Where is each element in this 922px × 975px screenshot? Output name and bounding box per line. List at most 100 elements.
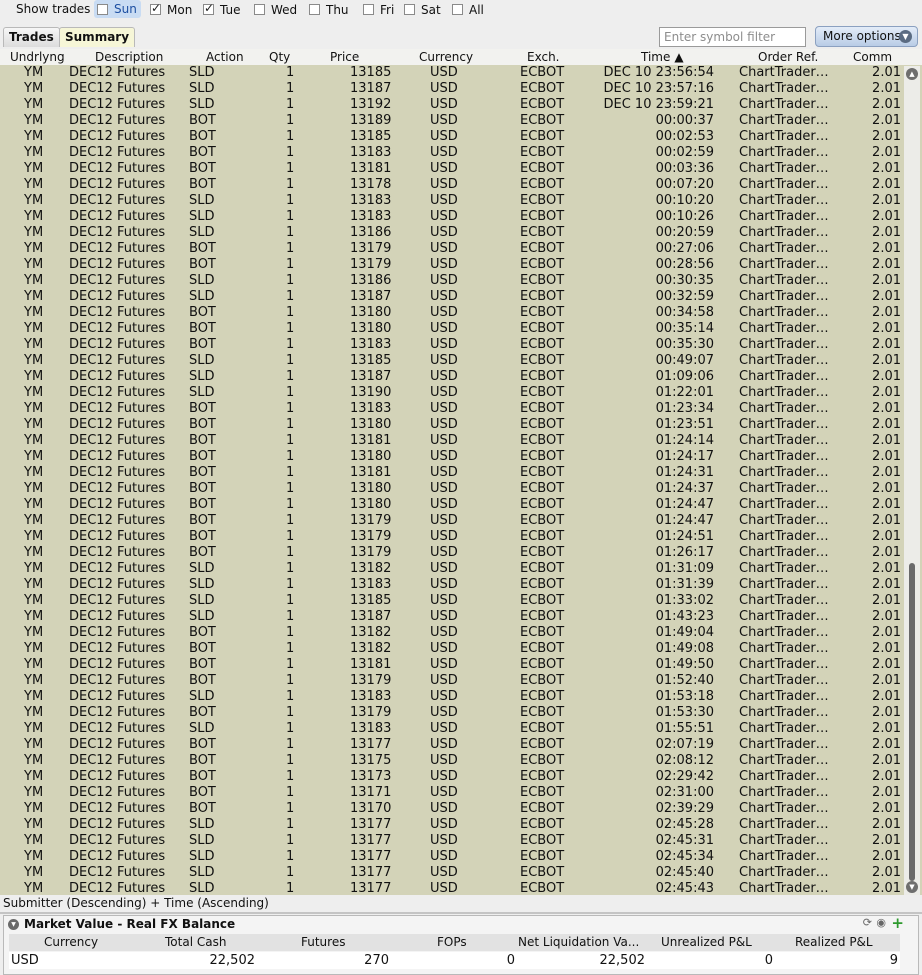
collapse-icon[interactable]: ▼ [8, 918, 19, 930]
settings-icon[interactable]: ◉ [876, 916, 886, 929]
col-header-description[interactable]: Description [95, 50, 163, 64]
checkbox-fri[interactable] [363, 4, 374, 15]
table-row[interactable]: YM DEC12 Futures SLD 1 13185 USD ECBOT DEC 10 2… [0, 65, 904, 81]
table-row[interactable]: YM DEC12 Futures BOT 1 13181 USD ECBOT 01:24:14… [0, 433, 904, 449]
table-row[interactable]: YM DEC12 Futures BOT 1 13180 USD ECBOT 01:24:37… [0, 481, 904, 497]
table-row[interactable]: YM DEC12 Futures BOT 1 13180 USD ECBOT 01:23:51… [0, 417, 904, 433]
table-row[interactable]: YM DEC12 Futures SLD 1 13192 USD ECBOT DEC 10 2… [0, 97, 904, 113]
table-row[interactable]: YM DEC12 Futures BOT 1 13182 USD ECBOT 01:49:04… [0, 625, 904, 641]
col-header-time[interactable]: Time ▲ [641, 50, 684, 64]
table-row[interactable]: YM DEC12 Futures BOT 1 13179 USD ECBOT 01:52:40… [0, 673, 904, 689]
mv-header-currency[interactable]: Currency [44, 935, 98, 949]
day-filter-all[interactable]: All [452, 2, 484, 17]
table-row[interactable]: YM DEC12 Futures SLD 1 13177 USD ECBOT 02:45:43… [0, 881, 904, 896]
table-row[interactable]: YM DEC12 Futures BOT 1 13170 USD ECBOT 02:39:29… [0, 801, 904, 817]
day-filter-tue[interactable]: Tue [203, 1, 241, 17]
table-row[interactable]: YM DEC12 Futures SLD 1 13185 USD ECBOT 00:49:07… [0, 353, 904, 369]
market-value-row[interactable]: USD 22,502 270 0 22,502 0 9 [9, 952, 900, 969]
table-row[interactable]: YM DEC12 Futures BOT 1 13179 USD ECBOT 00:28:56… [0, 257, 904, 273]
checkbox-tue[interactable] [203, 1, 214, 15]
col-header-exchange[interactable]: Exch. [527, 50, 560, 64]
mv-header-net-liquidation[interactable]: Net Liquidation Va... [518, 935, 639, 949]
day-filter-wed[interactable]: Wed [254, 2, 297, 17]
more-options-button[interactable]: More options ▼ [815, 26, 918, 47]
table-row[interactable]: YM DEC12 Futures BOT 1 13171 USD ECBOT 02:31:00… [0, 785, 904, 801]
table-row[interactable]: YM DEC12 Futures BOT 1 13179 USD ECBOT 01:26:17… [0, 545, 904, 561]
vertical-scrollbar[interactable]: ▲ ▼ [904, 66, 920, 895]
table-row[interactable]: YM DEC12 Futures SLD 1 13177 USD ECBOT 02:45:34… [0, 849, 904, 865]
table-row[interactable]: YM DEC12 Futures SLD 1 13183 USD ECBOT 00:10:20… [0, 193, 904, 209]
refresh-icon[interactable]: ⟳ [863, 916, 872, 929]
table-row[interactable]: YM DEC12 Futures SLD 1 13186 USD ECBOT 00:20:59… [0, 225, 904, 241]
col-header-currency[interactable]: Currency [419, 50, 473, 64]
mv-header-fops[interactable]: FOPs [437, 935, 467, 949]
table-row[interactable]: YM DEC12 Futures SLD 1 13187 USD ECBOT 00:32:59… [0, 289, 904, 305]
checkbox-thu[interactable] [309, 4, 320, 15]
mv-header-total-cash[interactable]: Total Cash [165, 935, 226, 949]
table-row[interactable]: YM DEC12 Futures SLD 1 13183 USD ECBOT 00:10:26… [0, 209, 904, 225]
tab-summary[interactable]: Summary [59, 27, 136, 47]
symbol-filter-input[interactable] [659, 27, 806, 47]
table-row[interactable]: YM DEC12 Futures SLD 1 13183 USD ECBOT 01:31:39… [0, 577, 904, 593]
table-row[interactable]: YM DEC12 Futures BOT 1 13180 USD ECBOT 01:24:17… [0, 449, 904, 465]
table-row[interactable]: YM DEC12 Futures SLD 1 13183 USD ECBOT 01:55:51… [0, 721, 904, 737]
scroll-up-icon[interactable]: ▲ [906, 68, 918, 80]
table-row[interactable]: YM DEC12 Futures BOT 1 13175 USD ECBOT 02:08:12… [0, 753, 904, 769]
table-row[interactable]: YM DEC12 Futures BOT 1 13180 USD ECBOT 00:35:14… [0, 321, 904, 337]
table-row[interactable]: YM DEC12 Futures BOT 1 13185 USD ECBOT 00:02:53… [0, 129, 904, 145]
table-row[interactable]: YM DEC12 Futures BOT 1 13178 USD ECBOT 00:07:20… [0, 177, 904, 193]
table-row[interactable]: YM DEC12 Futures BOT 1 13181 USD ECBOT 01:24:31… [0, 465, 904, 481]
table-row[interactable]: YM DEC12 Futures SLD 1 13177 USD ECBOT 02:45:31… [0, 833, 904, 849]
table-row[interactable]: YM DEC12 Futures BOT 1 13179 USD ECBOT 00:27:06… [0, 241, 904, 257]
table-row[interactable]: YM DEC12 Futures BOT 1 13181 USD ECBOT 01:49:50… [0, 657, 904, 673]
table-row[interactable]: YM DEC12 Futures BOT 1 13179 USD ECBOT 01:24:51… [0, 529, 904, 545]
table-row[interactable]: YM DEC12 Futures BOT 1 13183 USD ECBOT 00:35:30… [0, 337, 904, 353]
table-row[interactable]: YM DEC12 Futures BOT 1 13179 USD ECBOT 01:53:30… [0, 705, 904, 721]
table-row[interactable]: YM DEC12 Futures SLD 1 13187 USD ECBOT 01:09:06… [0, 369, 904, 385]
table-row[interactable]: YM DEC12 Futures SLD 1 13186 USD ECBOT 00:30:35… [0, 273, 904, 289]
col-header-order-ref[interactable]: Order Ref. [758, 50, 818, 64]
table-row[interactable]: YM DEC12 Futures SLD 1 13182 USD ECBOT 01:31:09… [0, 561, 904, 577]
mv-header-unrealized-pnl[interactable]: Unrealized P&L [661, 935, 752, 949]
table-row[interactable]: YM DEC12 Futures BOT 1 13183 USD ECBOT 00:02:59… [0, 145, 904, 161]
market-value-header[interactable]: ▼ Market Value - Real FX Balance [8, 917, 235, 931]
table-row[interactable]: YM DEC12 Futures SLD 1 13187 USD ECBOT 01:43:23… [0, 609, 904, 625]
checkbox-sun[interactable] [97, 3, 108, 15]
tab-trades[interactable]: Trades [3, 27, 60, 47]
scroll-down-icon[interactable]: ▼ [906, 881, 918, 893]
table-row[interactable]: YM DEC12 Futures BOT 1 13173 USD ECBOT 02:29:42… [0, 769, 904, 785]
table-row[interactable]: YM DEC12 Futures BOT 1 13179 USD ECBOT 01:24:47… [0, 513, 904, 529]
table-row[interactable]: YM DEC12 Futures BOT 1 13180 USD ECBOT 01:24:47… [0, 497, 904, 513]
day-filter-mon[interactable]: Mon [150, 1, 192, 17]
day-filter-fri[interactable]: Fri [363, 2, 394, 17]
table-row[interactable]: YM DEC12 Futures BOT 1 13183 USD ECBOT 01:23:34… [0, 401, 904, 417]
col-header-action[interactable]: Action [206, 50, 244, 64]
table-row[interactable]: YM DEC12 Futures BOT 1 13182 USD ECBOT 01:49:08… [0, 641, 904, 657]
scrollbar-thumb[interactable] [909, 563, 915, 881]
table-row[interactable]: YM DEC12 Futures SLD 1 13187 USD ECBOT DEC 10 2… [0, 81, 904, 97]
add-icon[interactable]: + [891, 914, 904, 932]
day-filter-sun[interactable]: Sun [94, 0, 141, 18]
panel-divider[interactable] [0, 912, 922, 914]
day-filter-sat[interactable]: Sat [404, 2, 441, 17]
table-row[interactable]: YM DEC12 Futures BOT 1 13180 USD ECBOT 00:34:58… [0, 305, 904, 321]
checkbox-sat[interactable] [404, 4, 415, 15]
col-header-price[interactable]: Price [330, 50, 359, 64]
table-row[interactable]: YM DEC12 Futures SLD 1 13183 USD ECBOT 01:53:18… [0, 689, 904, 705]
col-header-underlying[interactable]: Undrlyng [10, 50, 65, 64]
checkbox-mon[interactable] [150, 1, 161, 15]
table-row[interactable]: YM DEC12 Futures BOT 1 13177 USD ECBOT 02:07:19… [0, 737, 904, 753]
table-row[interactable]: YM DEC12 Futures BOT 1 13181 USD ECBOT 00:03:36… [0, 161, 904, 177]
table-row[interactable]: YM DEC12 Futures SLD 1 13185 USD ECBOT 01:33:02… [0, 593, 904, 609]
table-row[interactable]: YM DEC12 Futures SLD 1 13177 USD ECBOT 02:45:28… [0, 817, 904, 833]
table-row[interactable]: YM DEC12 Futures SLD 1 13190 USD ECBOT 01:22:01… [0, 385, 904, 401]
table-row[interactable]: YM DEC12 Futures BOT 1 13189 USD ECBOT 00:00:37… [0, 113, 904, 129]
mv-header-realized-pnl[interactable]: Realized P&L [795, 935, 873, 949]
mv-header-futures[interactable]: Futures [301, 935, 345, 949]
col-header-qty[interactable]: Qty [269, 50, 290, 64]
col-header-comm[interactable]: Comm [853, 50, 892, 64]
checkbox-wed[interactable] [254, 4, 265, 15]
checkbox-all[interactable] [452, 4, 463, 15]
table-row[interactable]: YM DEC12 Futures SLD 1 13177 USD ECBOT 02:45:40… [0, 865, 904, 881]
day-filter-thu[interactable]: Thu [309, 2, 349, 17]
